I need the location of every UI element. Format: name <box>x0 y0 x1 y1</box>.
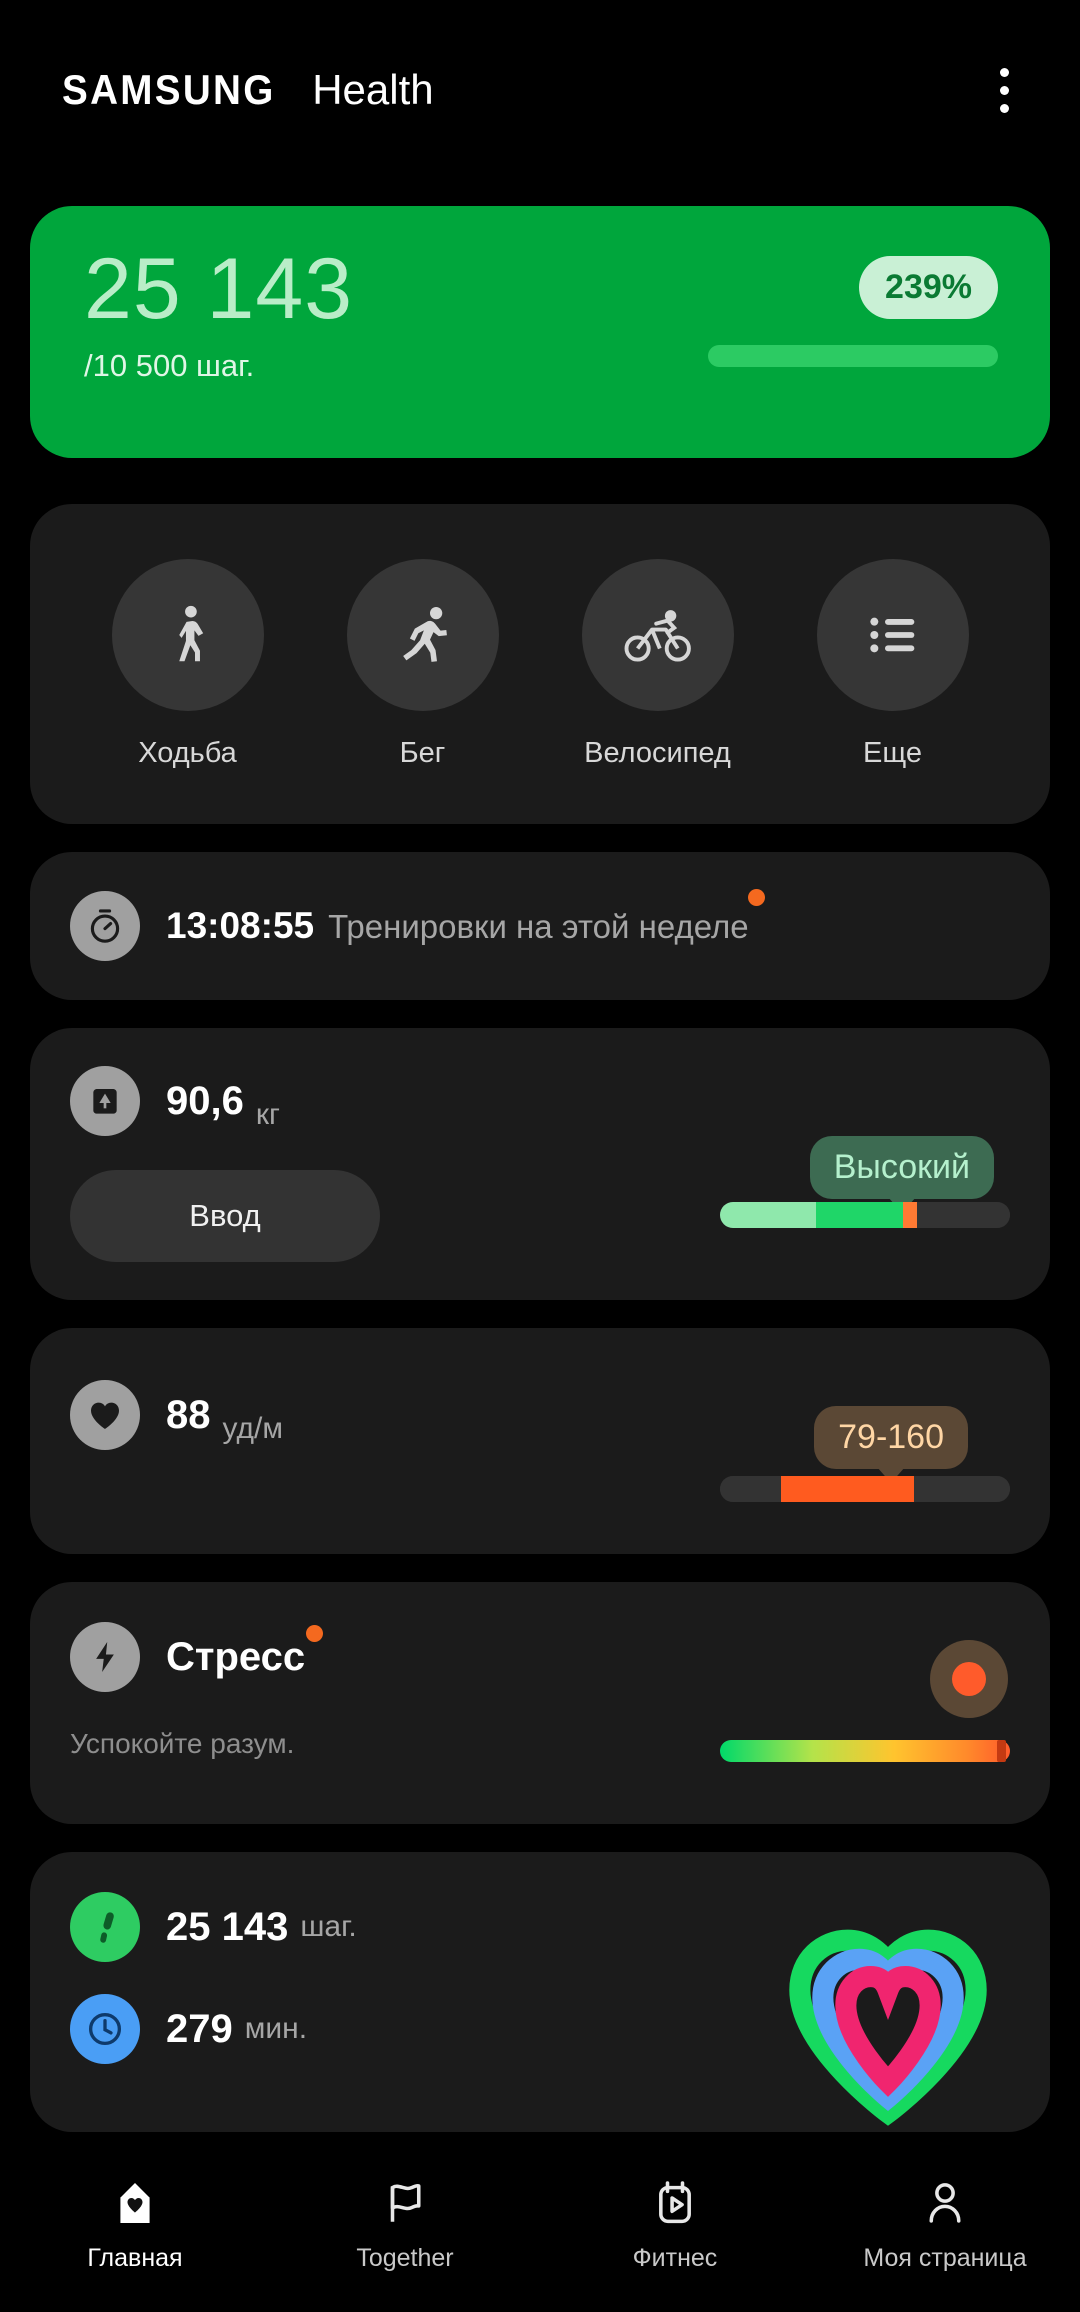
workout-duration: 13:08:55 <box>166 905 315 946</box>
activity-minutes-value: 279 <box>166 2006 233 2051</box>
app-header: SAMSUNG Health <box>0 0 1080 180</box>
weight-segment <box>917 1202 1010 1228</box>
stress-title-row: Стресс <box>70 1622 1010 1692</box>
shortcut-running[interactable]: Бег <box>346 558 499 770</box>
weight-status-label: Высокий <box>833 1148 970 1186</box>
activity-shortcuts-card: Ходьба Бег Велосипед Еще <box>30 504 1050 824</box>
nav-item-fitness[interactable]: Фитнес <box>540 2178 810 2273</box>
stress-gradient-bar <box>720 1740 1010 1762</box>
list-more-icon <box>816 558 969 711</box>
activity-summary-card[interactable]: 25 143 шаг. 279 мин. <box>30 1852 1050 2132</box>
weight-range-bar <box>720 1202 1010 1228</box>
kebab-dot <box>999 67 1009 77</box>
shortcut-cycling[interactable]: Велосипед <box>581 558 734 770</box>
stress-title-text: Стресс <box>166 1634 306 1679</box>
nav-label: Моя страница <box>863 2244 1027 2272</box>
weight-input-button[interactable]: Ввод <box>70 1170 380 1262</box>
weight-card[interactable]: 90,6 кг Ввод Высокий <box>30 1028 1050 1300</box>
walking-icon <box>111 558 264 711</box>
heart-rate-segment <box>914 1476 1010 1502</box>
notification-dot-icon <box>306 1624 324 1642</box>
heart-rate-range-label: 79-160 <box>838 1418 944 1456</box>
nav-item-together[interactable]: Together <box>270 2178 540 2273</box>
kebab-menu-icon[interactable] <box>974 60 1034 120</box>
footprint-icon <box>70 1892 140 1962</box>
home-heart-icon <box>120 2183 150 2223</box>
heart-rate-unit: уд/м <box>222 1412 283 1445</box>
brand-samsung-text: SAMSUNG <box>62 66 276 113</box>
heart-icon <box>70 1380 140 1450</box>
brand-health-text: Health <box>312 66 434 113</box>
nav-item-home[interactable]: Главная <box>0 2178 270 2273</box>
flag-icon <box>390 2183 421 2222</box>
nav-label: Together <box>356 2244 454 2272</box>
lightning-icon <box>70 1622 140 1692</box>
heart-rate-card[interactable]: 88 уд/м 79-160 <box>30 1328 1050 1554</box>
weight-segment-marker <box>902 1202 918 1228</box>
activity-steps-value: 25 143 <box>166 1904 289 1949</box>
activity-steps-unit: шаг. <box>300 1910 357 1943</box>
activity-rings-icon <box>768 1898 1008 2132</box>
heart-rate-segment <box>720 1476 781 1502</box>
stopwatch-icon <box>70 891 140 961</box>
person-icon <box>929 2183 961 2223</box>
heart-rate-range-bar <box>720 1476 1010 1502</box>
nav-label: Главная <box>87 2244 183 2272</box>
stress-level-dot-icon <box>952 1662 986 1696</box>
kebab-dot <box>999 85 1009 95</box>
stress-card[interactable]: Стресс Успокойте разум. <box>30 1582 1050 1824</box>
weight-unit: кг <box>255 1098 280 1131</box>
shortcut-walking[interactable]: Ходьба <box>111 558 264 770</box>
nav-item-my-page[interactable]: Моя страница <box>810 2178 1080 2273</box>
stress-bar-marker <box>997 1740 1006 1762</box>
workout-label: Тренировки на этой неделе <box>328 908 749 945</box>
shortcut-label: Ходьба <box>138 736 237 769</box>
nav-label: Фитнес <box>632 2244 718 2272</box>
weekly-workout-card[interactable]: 13:08:55 Тренировки на этой неделе <box>30 852 1050 1000</box>
steps-progress-group: 239% <box>708 256 998 367</box>
heart-rate-segment-active <box>780 1476 915 1502</box>
stress-subtitle: Успокойте разум. <box>70 1728 295 1759</box>
cycling-icon <box>581 558 734 711</box>
weight-segment <box>720 1202 816 1228</box>
fitness-play-icon <box>659 2181 691 2224</box>
weight-segment <box>815 1202 903 1228</box>
notification-dot-icon <box>747 889 765 906</box>
running-icon <box>346 558 499 711</box>
stress-title: Стресс <box>166 1624 324 1680</box>
weight-status-tooltip: Высокий <box>809 1136 994 1199</box>
shortcut-label: Бег <box>399 736 446 769</box>
shortcut-label: Еще <box>862 736 922 769</box>
weight-value: 90,6 <box>166 1078 244 1123</box>
activity-minutes-unit: мин. <box>244 2012 308 2045</box>
steps-hero-card[interactable]: 25 143 /10 500 шаг. 239% <box>30 206 1050 458</box>
weight-metric-row: 90,6 кг <box>70 1066 1010 1136</box>
heart-rate-value: 88 <box>166 1392 211 1437</box>
steps-progress-bar <box>708 345 998 367</box>
bottom-navigation-bar: Главная Together Фитнес Моя страница <box>0 2160 1080 2312</box>
stress-level-indicator <box>930 1640 1008 1718</box>
clock-icon <box>70 1994 140 2064</box>
kebab-dot <box>999 103 1009 113</box>
shortcut-label: Велосипед <box>584 736 731 769</box>
app-brand: SAMSUNG Health <box>62 66 434 114</box>
workout-text-group: 13:08:55 Тренировки на этой неделе <box>166 889 765 947</box>
shortcut-more[interactable]: Еще <box>816 558 969 770</box>
scale-icon <box>70 1066 140 1136</box>
steps-percent-badge: 239% <box>859 256 998 319</box>
heart-rate-range-tooltip: 79-160 <box>814 1406 968 1469</box>
